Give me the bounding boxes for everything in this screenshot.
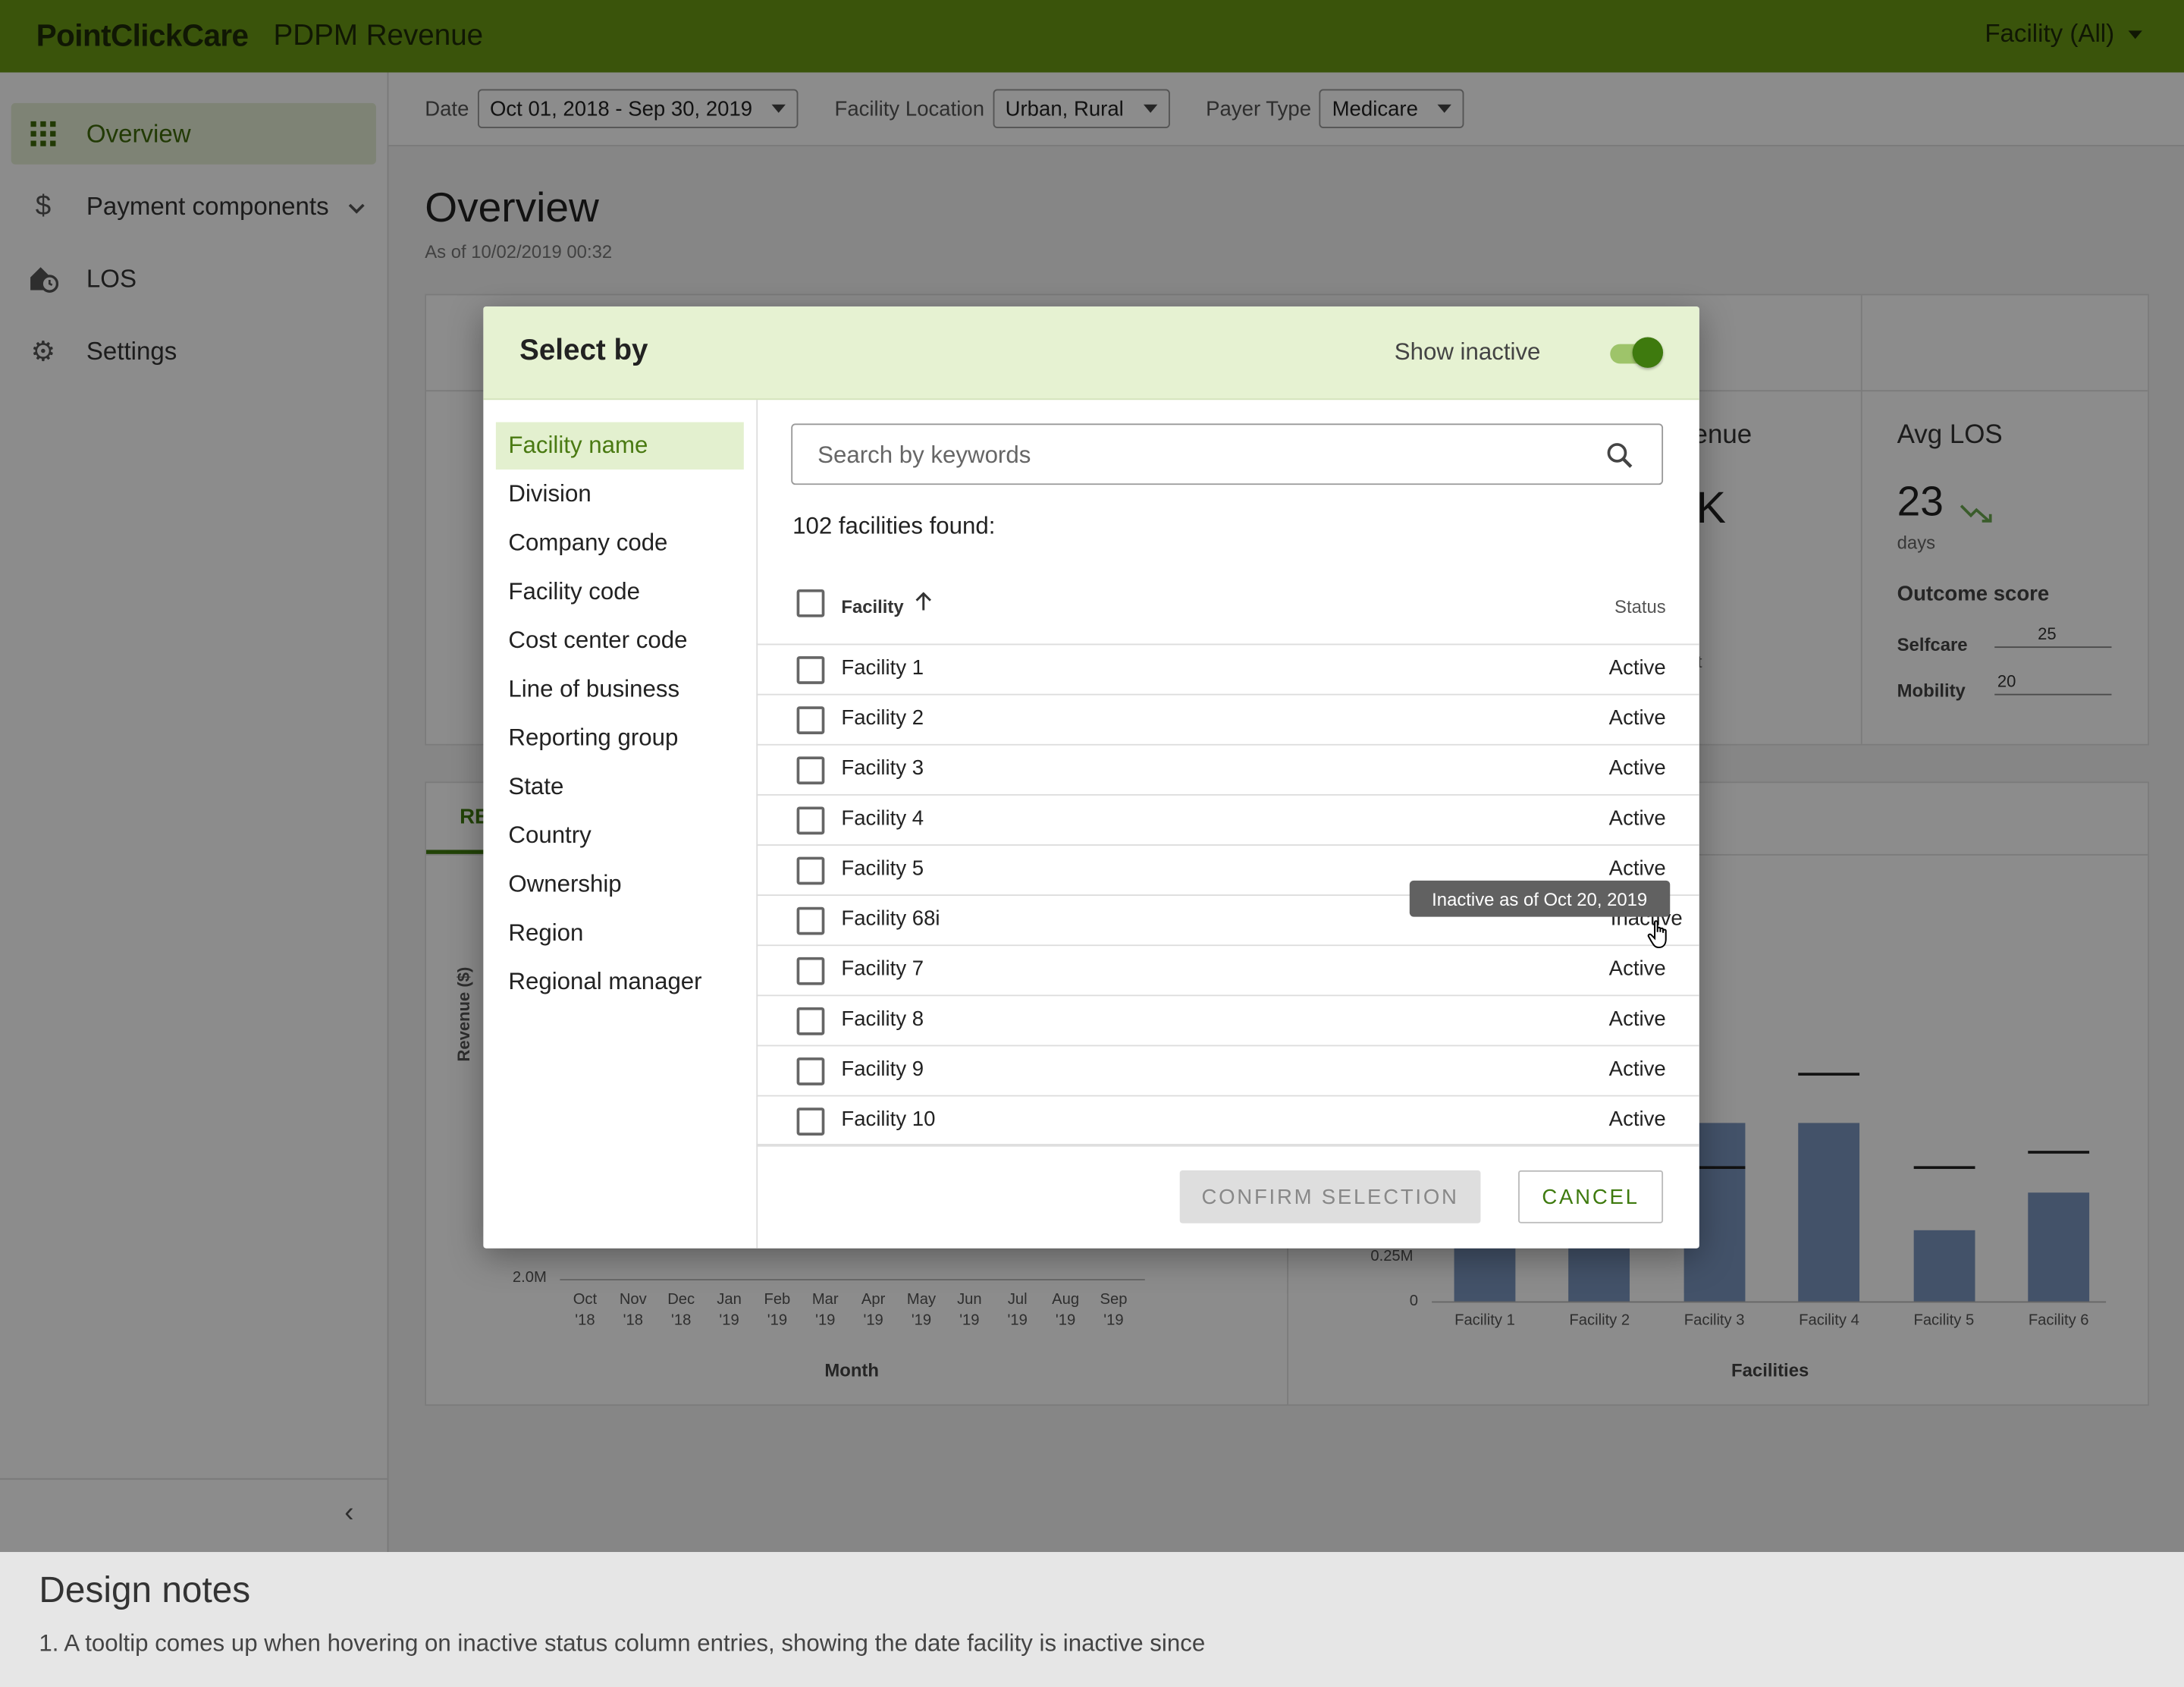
row-checkbox[interactable]	[796, 906, 825, 935]
design-note-item: 1. A tooltip comes up when hovering on i…	[39, 1629, 1206, 1657]
category-regional-manager[interactable]: Regional manager	[496, 959, 744, 1006]
facility-name: Facility 1	[841, 656, 924, 680]
divider	[756, 1143, 1699, 1145]
results-count: 102 facilities found:	[792, 512, 996, 539]
category-facility-name[interactable]: Facility name	[495, 422, 744, 470]
column-header-status: Status	[1614, 596, 1666, 617]
category-ownership[interactable]: Ownership	[496, 861, 744, 908]
table-header: Facility Status	[756, 568, 1699, 646]
category-state[interactable]: State	[496, 764, 744, 811]
category-country[interactable]: Country	[496, 812, 744, 859]
inactive-date-tooltip: Inactive as of Oct 20, 2019	[1409, 880, 1670, 917]
row-checkbox[interactable]	[796, 856, 825, 885]
category-reporting-group[interactable]: Reporting group	[496, 715, 744, 762]
category-line-of-business[interactable]: Line of business	[496, 666, 744, 713]
column-header-facility[interactable]: Facility	[841, 596, 903, 617]
search-icon[interactable]	[1606, 441, 1634, 470]
category-facility-code[interactable]: Facility code	[496, 568, 744, 615]
facility-name: Facility 8	[841, 1007, 924, 1032]
facility-name: Facility 5	[841, 856, 924, 881]
select-all-checkbox[interactable]	[796, 589, 825, 617]
row-checkbox[interactable]	[796, 756, 825, 785]
row-checkbox[interactable]	[796, 706, 825, 734]
facility-name: Facility 10	[841, 1107, 936, 1132]
dialog-header: Select by Show inactive	[483, 306, 1699, 401]
dialog-title: Select by	[519, 334, 648, 367]
facility-name: Facility 3	[841, 756, 924, 781]
sort-ascending-icon[interactable]	[915, 592, 932, 617]
category-cost-center-code[interactable]: Cost center code	[496, 617, 744, 664]
row-checkbox[interactable]	[796, 806, 825, 835]
cancel-button[interactable]: CANCEL	[1518, 1170, 1664, 1224]
select-by-category-list: Facility name Division Company code Faci…	[483, 400, 758, 1249]
design-notes: Design notes 1. A tooltip comes up when …	[0, 1552, 2184, 1687]
toggle-knob	[1632, 337, 1664, 368]
table-row[interactable]: Facility 1 Active	[756, 644, 1699, 696]
facility-status: Active	[1608, 957, 1666, 982]
category-division[interactable]: Division	[496, 471, 744, 518]
facility-status: Active	[1608, 856, 1666, 881]
facility-status: Active	[1608, 1107, 1666, 1132]
table-row[interactable]: Facility 8 Active	[756, 994, 1699, 1047]
search-field	[791, 423, 1664, 485]
table-row[interactable]: Facility 7 Active	[756, 944, 1699, 997]
category-company-code[interactable]: Company code	[496, 520, 744, 567]
facility-name: Facility 68i	[841, 906, 940, 931]
table-row[interactable]: Facility 9 Active	[756, 1045, 1699, 1097]
category-region[interactable]: Region	[496, 909, 744, 957]
table-row[interactable]: Facility 3 Active	[756, 744, 1699, 796]
row-checkbox[interactable]	[796, 656, 825, 684]
facility-status: Active	[1608, 806, 1666, 831]
table-row[interactable]: Facility 2 Active	[756, 694, 1699, 746]
search-input[interactable]	[814, 438, 1573, 473]
facility-status: Active	[1608, 656, 1666, 680]
row-checkbox[interactable]	[796, 1057, 825, 1085]
design-notes-title: Design notes	[39, 1569, 251, 1611]
facility-status: Active	[1608, 706, 1666, 730]
facility-name: Facility 7	[841, 957, 924, 982]
facility-status: Active	[1608, 756, 1666, 781]
table-row[interactable]: Facility 4 Active	[756, 794, 1699, 846]
facility-status: Active	[1608, 1007, 1666, 1032]
select-by-dialog: Select by Show inactive Facility name Di…	[483, 306, 1699, 1249]
facility-name: Facility 2	[841, 706, 924, 730]
hand-pointer-icon	[1647, 920, 1667, 948]
facility-name: Facility 9	[841, 1057, 924, 1082]
show-inactive-label: Show inactive	[1394, 338, 1541, 366]
row-checkbox[interactable]	[796, 1107, 825, 1136]
row-checkbox[interactable]	[796, 957, 825, 985]
row-checkbox[interactable]	[796, 1007, 825, 1035]
facility-status: Active	[1608, 1057, 1666, 1082]
facility-name: Facility 4	[841, 806, 924, 831]
show-inactive-toggle[interactable]	[1608, 336, 1664, 369]
table-row[interactable]: Facility 10 Active	[756, 1095, 1699, 1147]
confirm-selection-button[interactable]: CONFIRM SELECTION	[1179, 1170, 1481, 1224]
